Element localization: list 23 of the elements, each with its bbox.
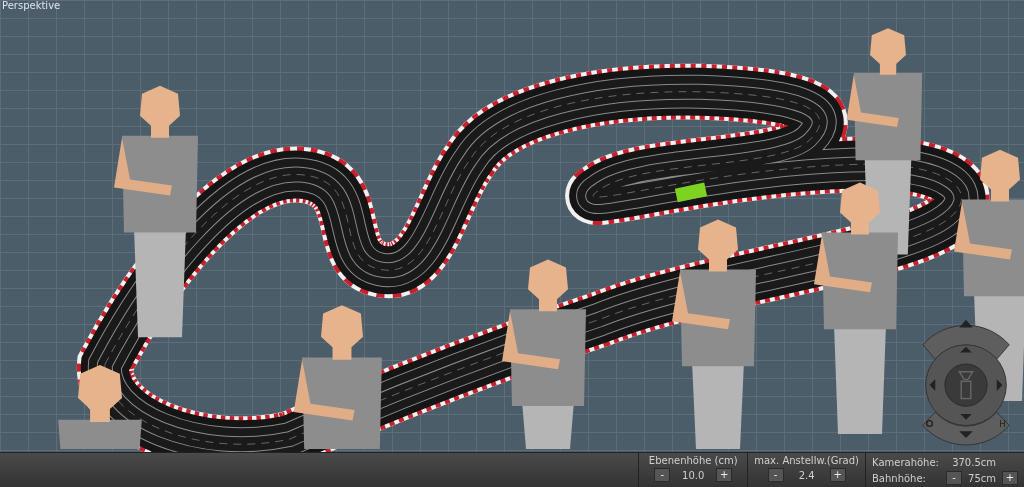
control-label: Ebenenhöhe (cm) xyxy=(648,455,738,466)
decrement-button[interactable]: - xyxy=(946,471,962,485)
up-arrow-icon[interactable] xyxy=(959,319,973,328)
decrement-button[interactable]: - xyxy=(767,468,784,482)
up-arrow-icon[interactable] xyxy=(960,346,972,353)
value-text: 75cm xyxy=(968,472,996,484)
gear-icon[interactable] xyxy=(925,419,934,428)
value-text: 2.4 xyxy=(797,469,816,481)
increment-button[interactable]: + xyxy=(829,468,846,482)
value-text: 370.5cm xyxy=(951,456,996,468)
left-arrow-icon[interactable] xyxy=(929,379,936,391)
down-arrow-icon[interactable] xyxy=(959,431,973,438)
viewport-label: Perspektive xyxy=(2,0,61,11)
increment-button[interactable]: + xyxy=(1002,471,1018,485)
increment-button[interactable]: + xyxy=(716,468,733,482)
control-label: Bahnhöhe: xyxy=(872,472,927,484)
control-label: max. Anstellw.(Grad) xyxy=(754,455,859,466)
value-text: 10.0 xyxy=(681,469,706,481)
down-arrow-icon[interactable] xyxy=(960,413,972,420)
camera-icon xyxy=(958,370,974,400)
control-label: Kamerahöhe: xyxy=(872,456,940,468)
decrement-button[interactable]: - xyxy=(654,468,671,482)
right-arrow-icon[interactable] xyxy=(996,379,1003,391)
